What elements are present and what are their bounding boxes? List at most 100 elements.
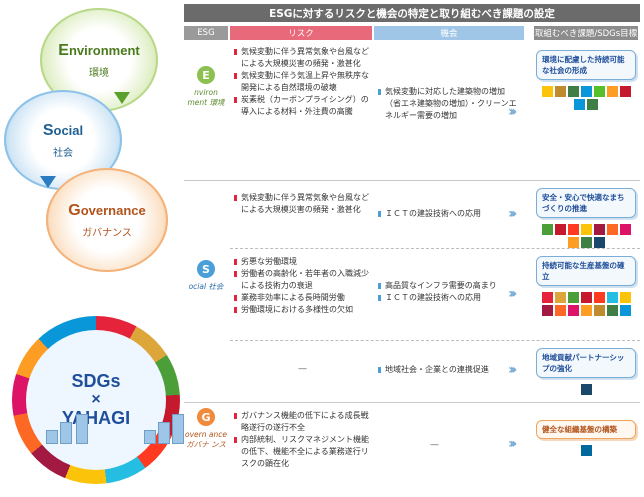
opportunity-none: — [430, 440, 439, 450]
sdg-goal-icon [541, 305, 553, 316]
opportunity-item: ＩＣＴの建設技術への応用 [378, 208, 518, 220]
sdg-goal-icon [567, 86, 579, 97]
environment-jp: 環境 [89, 67, 109, 79]
governance-goal: 健全な組織基盤の構築 [536, 420, 636, 456]
header-esg: ESG [184, 26, 228, 40]
chevron-right-icon: ››› [508, 286, 518, 302]
sdg-goal-icon [554, 86, 566, 97]
risk-item: 労働環境における多様性の欠如 [234, 304, 370, 316]
social-jp: 社会 [53, 147, 73, 159]
esg-social-cell: S ocial 社会 [184, 260, 228, 292]
governance-letter-icon: G [197, 408, 215, 426]
sdg-goal-icon [580, 384, 592, 395]
opportunity-item: 気候変動に対応した建築物の増加（省エネ建築物の増加）・クリーンエネルギー需要の増… [378, 86, 518, 122]
building-icon [144, 430, 156, 444]
sdg-goal-icon [580, 237, 592, 248]
chevron-right-icon: ››› [508, 362, 518, 378]
sdg-goal-icon [593, 224, 605, 235]
risk-item: 気候変動に伴う気温上昇や無秩序な開発による自然環境の破壊 [234, 70, 370, 94]
environment-caption: Environment [58, 41, 140, 59]
social-caption: Social [42, 121, 84, 139]
social-opportunities-1: ＩＣＴの建設技術への応用 [378, 208, 518, 220]
goal-label: 持続可能な生産基盤の確立 [536, 256, 636, 286]
risk-item: ガバナンス機能の低下による成長戦略遂行の遂行不全 [234, 410, 370, 434]
sdg-icons [536, 445, 636, 456]
arrow-icon [40, 176, 56, 188]
sdg-goal-icon [619, 86, 631, 97]
social-opportunities-2: 高品質なインフラ需要の高まり ＩＣＴの建設技術への応用 [378, 280, 518, 304]
environment-word: nviron ment 環境 [187, 88, 225, 107]
governance-caption: Governance [68, 201, 146, 219]
row-subdivider [230, 340, 640, 341]
sdg-goal-icon [619, 292, 631, 303]
sdg-goal-icon [619, 224, 631, 235]
goal-label: 安全・安心で快適なまちづくりの推進 [536, 188, 636, 218]
sdg-goal-icon [606, 86, 618, 97]
sdg-goal-icon [554, 305, 566, 316]
badge-yahagi-text: YAHAGI [61, 408, 131, 428]
governance-word: overn ance ガバナ ンス [185, 430, 227, 449]
header-risk: リスク [230, 26, 372, 40]
sdg-icons [536, 384, 636, 395]
esg-table: ESGに対するリスクと機会の特定と取り組むべき課題の設定 ESG リスク 機会 … [178, 4, 640, 494]
risk-item: 業務非効率による長時間労働 [234, 292, 370, 304]
environment-opportunities: 気候変動に対応した建築物の増加（省エネ建築物の増加）・クリーンエネルギー需要の増… [378, 86, 518, 122]
building-icon [46, 430, 58, 444]
risk-item: 炭素税（カーボンプライシング）の導入による材料・外注費の高騰 [234, 94, 370, 118]
chevron-right-icon: ››› [508, 436, 518, 452]
sdg-icons [536, 86, 636, 110]
sdg-goal-icon [593, 305, 605, 316]
sdg-goal-icon [619, 305, 631, 316]
governance-jp: ガバナンス [82, 227, 132, 239]
environment-letter-icon: E [197, 66, 215, 84]
building-icon [60, 422, 72, 444]
goal-label: 地域貢献パートナーシップの強化 [536, 348, 636, 378]
sdg-goal-icon [593, 292, 605, 303]
sdg-goal-icon [541, 86, 553, 97]
social-opportunities-3: 地域社会・企業との連携促進 [378, 364, 518, 376]
arrow-icon [114, 92, 130, 104]
social-risks-1: 気候変動に伴う異常気象や台風などによる大規模災害の頻発・激甚化 [234, 192, 370, 216]
social-goal-3: 地域貢献パートナーシップの強化 [536, 348, 636, 395]
social-risks-2: 劣悪な労働環境 労働者の高齢化・若年者の入職減少による技術力の衰退 業務非効率に… [234, 256, 370, 316]
sdg-goal-icon [606, 305, 618, 316]
environment-risks: 気候変動に伴う異常気象や台風などによる大規模災害の頻発・激甚化 気候変動に伴う気… [234, 46, 370, 118]
sdg-goal-icon [580, 445, 592, 456]
goal-label: 環境に配慮した持続可能な社会の形成 [536, 50, 636, 80]
sdg-icons [536, 292, 636, 316]
goal-label: 健全な組織基盤の構築 [536, 420, 636, 439]
sdg-goal-icon [593, 86, 605, 97]
sdg-goal-icon [567, 224, 579, 235]
header-opportunity: 機会 [374, 26, 524, 40]
sdg-goal-icon [580, 292, 592, 303]
chevron-right-icon: ››› [508, 104, 518, 120]
esg-governance-cell: G overn ance ガバナ ンス [184, 408, 228, 450]
row-divider [184, 402, 640, 403]
sdg-goal-icon [606, 224, 618, 235]
sdg-goal-icon [554, 224, 566, 235]
opportunity-item: ＩＣＴの建設技術への応用 [378, 292, 518, 304]
governance-ring: Governance ガバナンス [46, 168, 168, 272]
sdg-goal-icon [580, 305, 592, 316]
social-word: ocial 社会 [188, 282, 224, 291]
risk-item: 内部統制、リスクマネジメント機能の低下、機能不全による業務遂行リスクの顕在化 [234, 434, 370, 470]
social-letter-icon: S [197, 260, 215, 278]
risk-none: — [298, 364, 307, 374]
risk-item: 労働者の高齢化・若年者の入職減少による技術力の衰退 [234, 268, 370, 292]
social-goal-2: 持続可能な生産基盤の確立 [536, 256, 636, 316]
row-subdivider [230, 248, 640, 249]
esg-cycle-graphic: Environment 環境 Social 社会 Governance ガバナン… [0, 0, 200, 497]
badge-cross-text: × [91, 391, 101, 408]
sdg-goal-icon [567, 292, 579, 303]
chevron-right-icon: ››› [508, 206, 518, 222]
sdg-icons [536, 224, 636, 248]
sdg-goal-icon [606, 292, 618, 303]
risk-item: 気候変動に伴う異常気象や台風などによる大規模災害の頻発・激甚化 [234, 46, 370, 70]
governance-risks: ガバナンス機能の低下による成長戦略遂行の遂行不全 内部統制、リスクマネジメント機… [234, 410, 370, 470]
sdg-goal-icon [580, 224, 592, 235]
sdg-goal-icon [574, 99, 585, 110]
risk-item: 気候変動に伴う異常気象や台風などによる大規模災害の頻発・激甚化 [234, 192, 370, 216]
row-divider [184, 180, 640, 181]
sdgs-badge-center: SDGs × YAHAGI [26, 330, 184, 470]
sdg-goal-icon [567, 305, 579, 316]
